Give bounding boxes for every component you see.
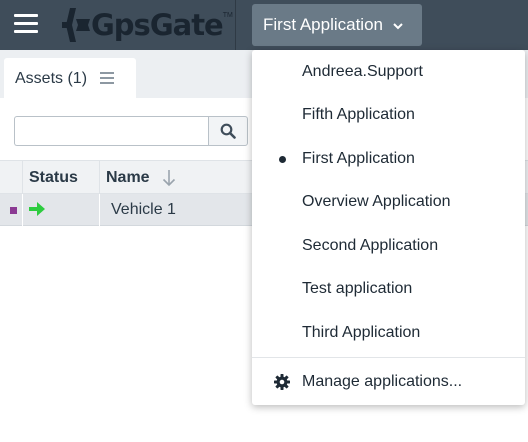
row-color-marker bbox=[10, 207, 17, 214]
arrow-down-icon bbox=[162, 170, 175, 187]
column-header-status[interactable]: Status bbox=[29, 161, 78, 195]
column-header-status-label: Status bbox=[29, 169, 78, 186]
column-separator bbox=[99, 161, 100, 195]
manage-applications-button[interactable]: Manage applications... bbox=[252, 362, 525, 402]
menu-item-application[interactable]: Test application bbox=[252, 269, 525, 309]
top-bar: GpsGate TM First Application bbox=[0, 0, 528, 50]
logo-text: GpsGate bbox=[91, 8, 224, 42]
column-separator bbox=[22, 161, 23, 195]
menu-item-application[interactable]: Fifth Application bbox=[252, 95, 525, 135]
hamburger-menu-icon[interactable] bbox=[14, 14, 38, 34]
search-icon bbox=[220, 123, 236, 139]
menu-item-application[interactable]: Third Application bbox=[252, 313, 525, 353]
tab-menu-icon[interactable] bbox=[100, 71, 115, 87]
application-dropdown-menu: Andreea.Support Fifth Application First … bbox=[252, 50, 525, 405]
asset-name: Vehicle 1 bbox=[111, 201, 176, 218]
menu-item-label: Third Application bbox=[302, 324, 421, 341]
menu-item-label: Andreea.Support bbox=[302, 63, 423, 80]
current-application-label: First Application bbox=[263, 15, 383, 34]
menu-item-label: Overview Application bbox=[302, 193, 451, 210]
column-separator bbox=[99, 194, 100, 226]
gpsgate-logo: GpsGate TM bbox=[62, 8, 233, 42]
menu-item-label: Second Application bbox=[302, 237, 439, 254]
menu-item-application-selected[interactable]: First Application bbox=[252, 139, 525, 179]
search-input[interactable] bbox=[14, 116, 208, 146]
search-bar bbox=[14, 116, 248, 146]
logo-trademark: TM bbox=[222, 12, 233, 19]
selected-bullet-icon bbox=[279, 156, 286, 163]
application-selector-button[interactable]: First Application bbox=[252, 4, 422, 46]
column-header-name-label: Name bbox=[106, 169, 150, 186]
menu-item-label: Fifth Application bbox=[302, 106, 415, 123]
menu-item-label: Test application bbox=[302, 280, 413, 297]
arrow-right-icon bbox=[29, 202, 45, 216]
topbar-divider bbox=[235, 0, 236, 50]
menu-item-label: First Application bbox=[302, 150, 415, 167]
gear-icon bbox=[274, 374, 290, 390]
menu-divider bbox=[252, 357, 525, 358]
tab-assets-label: Assets (1) bbox=[15, 70, 88, 87]
column-separator bbox=[22, 194, 23, 226]
menu-item-application[interactable]: Overview Application bbox=[252, 182, 525, 222]
menu-item-application[interactable]: Andreea.Support bbox=[252, 52, 525, 92]
column-header-name[interactable]: Name bbox=[106, 161, 176, 195]
logo-mark-icon bbox=[62, 8, 90, 42]
search-button[interactable] bbox=[208, 116, 248, 146]
manage-applications-label: Manage applications... bbox=[302, 373, 463, 390]
chevron-down-icon bbox=[393, 23, 403, 30]
tab-assets[interactable]: Assets (1) bbox=[4, 58, 136, 100]
menu-item-application[interactable]: Second Application bbox=[252, 226, 525, 266]
